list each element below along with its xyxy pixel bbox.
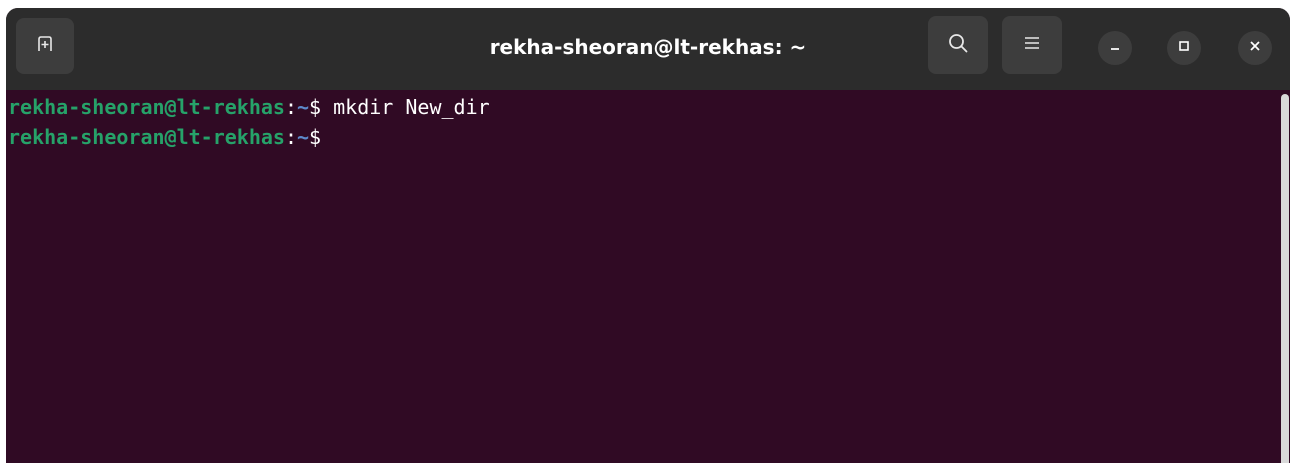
command-text: mkdir New_dir <box>321 95 490 119</box>
prompt-path: ~ <box>297 95 310 119</box>
terminal-output[interactable]: rekha-sheoran@lt-rekhas:~$ mkdir New_dir… <box>6 90 1276 463</box>
terminal-window: rekha-sheoran@lt-rekhas: ~ rekha-sheoran… <box>6 8 1290 463</box>
minimize-icon <box>1109 39 1121 57</box>
prompt-symbol: $ <box>309 95 322 119</box>
search-icon <box>947 32 969 59</box>
prompt-colon: : <box>284 95 297 119</box>
prompt-user-host: rekha-sheoran@lt-rekhas <box>8 125 285 149</box>
close-icon <box>1249 39 1261 57</box>
hamburger-menu-icon <box>1023 35 1041 56</box>
menu-button[interactable] <box>1002 16 1062 74</box>
title-bar[interactable]: rekha-sheoran@lt-rekhas: ~ <box>6 8 1290 90</box>
search-button[interactable] <box>928 16 988 74</box>
close-button[interactable] <box>1238 31 1272 65</box>
new-tab-icon <box>37 35 53 57</box>
minimize-button[interactable] <box>1098 31 1132 65</box>
new-tab-button[interactable] <box>16 18 74 74</box>
prompt-path: ~ <box>297 125 310 149</box>
maximize-icon <box>1178 39 1190 57</box>
scrollbar[interactable] <box>1281 94 1289 463</box>
prompt-symbol: $ <box>309 125 322 149</box>
terminal-line: rekha-sheoran@lt-rekhas:~$ <box>8 122 321 152</box>
terminal-line: rekha-sheoran@lt-rekhas:~$ mkdir New_dir <box>8 92 490 122</box>
prompt-user-host: rekha-sheoran@lt-rekhas <box>8 95 285 119</box>
prompt-colon: : <box>284 125 297 149</box>
maximize-button[interactable] <box>1167 31 1201 65</box>
